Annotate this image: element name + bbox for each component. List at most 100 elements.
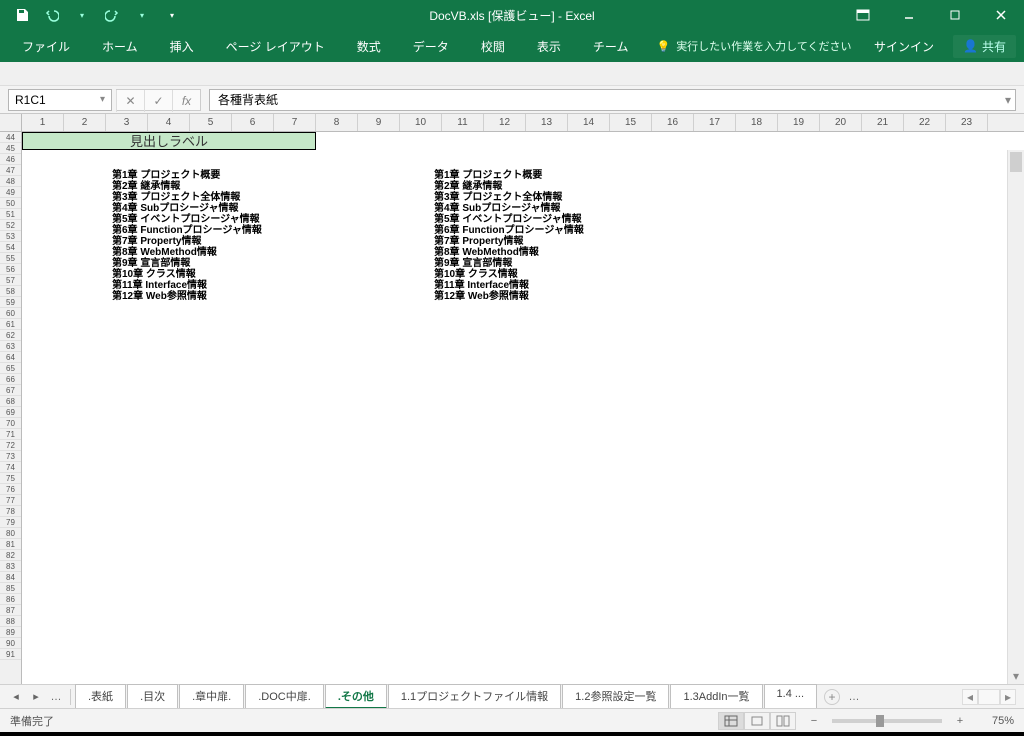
row-header[interactable]: 79 <box>0 517 21 528</box>
minimize-button[interactable] <box>886 0 932 30</box>
share-button[interactable]: 👤 共有 <box>953 35 1016 58</box>
formula-expand-icon[interactable]: ▾ <box>1005 93 1011 107</box>
row-header[interactable]: 48 <box>0 176 21 187</box>
row-header[interactable]: 70 <box>0 418 21 429</box>
cancel-formula-button[interactable]: ✕ <box>116 90 144 112</box>
ribbon-display-options-button[interactable] <box>840 0 886 30</box>
tab-scroll-first[interactable]: ◂ <box>6 690 26 703</box>
column-headers[interactable]: 1234567891011121314151617181920212223 <box>22 114 1024 132</box>
zoom-thumb[interactable] <box>876 715 884 727</box>
sheet-tab[interactable]: 1.4 ... <box>764 684 818 709</box>
row-header[interactable]: 68 <box>0 396 21 407</box>
row-header[interactable]: 49 <box>0 187 21 198</box>
qat-customize-button[interactable]: ▾ <box>160 3 184 27</box>
row-header[interactable]: 85 <box>0 583 21 594</box>
column-header[interactable]: 5 <box>190 114 232 131</box>
row-header[interactable]: 71 <box>0 429 21 440</box>
row-header[interactable]: 75 <box>0 473 21 484</box>
formula-input[interactable]: 各種背表紙 ▾ <box>209 89 1016 111</box>
row-header[interactable]: 51 <box>0 209 21 220</box>
redo-dropdown[interactable]: ▾ <box>130 3 154 27</box>
maximize-button[interactable] <box>932 0 978 30</box>
column-header[interactable]: 3 <box>106 114 148 131</box>
row-header[interactable]: 44 <box>0 132 21 143</box>
close-button[interactable] <box>978 0 1024 30</box>
row-header[interactable]: 78 <box>0 506 21 517</box>
tab-home[interactable]: ホーム <box>86 32 154 61</box>
hscroll-right-button[interactable]: ▸ <box>1000 689 1016 705</box>
row-header[interactable]: 60 <box>0 308 21 319</box>
column-header[interactable]: 18 <box>736 114 778 131</box>
row-header[interactable]: 67 <box>0 385 21 396</box>
row-header[interactable]: 72 <box>0 440 21 451</box>
vertical-scrollbar[interactable]: ▴ ▾ <box>1007 150 1024 684</box>
column-header[interactable]: 15 <box>610 114 652 131</box>
row-header[interactable]: 46 <box>0 154 21 165</box>
tab-file[interactable]: ファイル <box>6 32 86 61</box>
row-header[interactable]: 73 <box>0 451 21 462</box>
tab-data[interactable]: データ <box>397 32 465 61</box>
tab-review[interactable]: 校閲 <box>465 32 521 61</box>
row-header[interactable]: 91 <box>0 649 21 660</box>
row-header[interactable]: 62 <box>0 330 21 341</box>
save-button[interactable] <box>10 3 34 27</box>
row-header[interactable]: 66 <box>0 374 21 385</box>
tab-scroll-more[interactable]: … <box>46 691 66 703</box>
vscroll-thumb[interactable] <box>1010 152 1022 172</box>
row-header[interactable]: 52 <box>0 220 21 231</box>
row-header[interactable]: 74 <box>0 462 21 473</box>
sheet-tab[interactable]: .表紙 <box>75 684 126 709</box>
row-header[interactable]: 80 <box>0 528 21 539</box>
sheet-tab[interactable]: 1.2参照設定一覧 <box>562 684 669 709</box>
undo-button[interactable] <box>40 3 64 27</box>
column-header[interactable]: 6 <box>232 114 274 131</box>
column-header[interactable]: 13 <box>526 114 568 131</box>
sheet-tab[interactable]: .DOC中扉. <box>245 684 324 709</box>
heading-label-cell[interactable]: 見出しラベル <box>22 132 316 150</box>
column-header[interactable]: 4 <box>148 114 190 131</box>
row-header[interactable]: 53 <box>0 231 21 242</box>
sheet-tab[interactable]: 1.1プロジェクトファイル情報 <box>388 684 561 709</box>
sheet-tab[interactable]: .章中扉. <box>179 684 244 709</box>
row-header[interactable]: 61 <box>0 319 21 330</box>
tab-insert[interactable]: 挿入 <box>154 32 210 61</box>
row-header[interactable]: 89 <box>0 627 21 638</box>
normal-view-button[interactable] <box>718 712 744 730</box>
column-header[interactable]: 23 <box>946 114 988 131</box>
column-header[interactable]: 17 <box>694 114 736 131</box>
name-box[interactable]: R1C1 ▾ <box>8 89 112 111</box>
sign-in-link[interactable]: サインイン <box>874 38 934 55</box>
row-header[interactable]: 81 <box>0 539 21 550</box>
add-sheet-button[interactable]: + <box>824 689 840 705</box>
tell-me-search[interactable]: 💡 実行したい作業を入力してください <box>656 38 851 54</box>
row-header[interactable]: 45 <box>0 143 21 154</box>
tab-scroll-next-more[interactable]: … <box>844 691 864 703</box>
column-header[interactable]: 20 <box>820 114 862 131</box>
grid-canvas[interactable]: 見出しラベル 第1章 プロジェクト概要第2章 継承情報第3章 プロジェクト全体情… <box>22 132 1024 684</box>
column-header[interactable]: 12 <box>484 114 526 131</box>
hscroll-thumb[interactable] <box>978 689 1000 705</box>
column-header[interactable]: 10 <box>400 114 442 131</box>
row-header[interactable]: 64 <box>0 352 21 363</box>
zoom-slider[interactable] <box>832 719 942 723</box>
insert-function-button[interactable]: fx <box>172 90 200 112</box>
tab-formulas[interactable]: 数式 <box>341 32 397 61</box>
sheet-tab[interactable]: .目次 <box>127 684 178 709</box>
row-header[interactable]: 76 <box>0 484 21 495</box>
zoom-in-button[interactable]: + <box>952 715 968 727</box>
row-header[interactable]: 82 <box>0 550 21 561</box>
row-header[interactable]: 88 <box>0 616 21 627</box>
page-layout-view-button[interactable] <box>744 712 770 730</box>
tab-view[interactable]: 表示 <box>521 32 577 61</box>
row-header[interactable]: 63 <box>0 341 21 352</box>
tab-page-layout[interactable]: ページ レイアウト <box>210 32 341 61</box>
redo-button[interactable] <box>100 3 124 27</box>
row-header[interactable]: 84 <box>0 572 21 583</box>
row-header[interactable]: 47 <box>0 165 21 176</box>
hscroll-left-button[interactable]: ◂ <box>962 689 978 705</box>
row-header[interactable]: 50 <box>0 198 21 209</box>
row-header[interactable]: 54 <box>0 242 21 253</box>
undo-dropdown[interactable]: ▾ <box>70 3 94 27</box>
row-header[interactable]: 55 <box>0 253 21 264</box>
sheet-tab[interactable]: 1.3AddIn一覧 <box>670 684 762 709</box>
